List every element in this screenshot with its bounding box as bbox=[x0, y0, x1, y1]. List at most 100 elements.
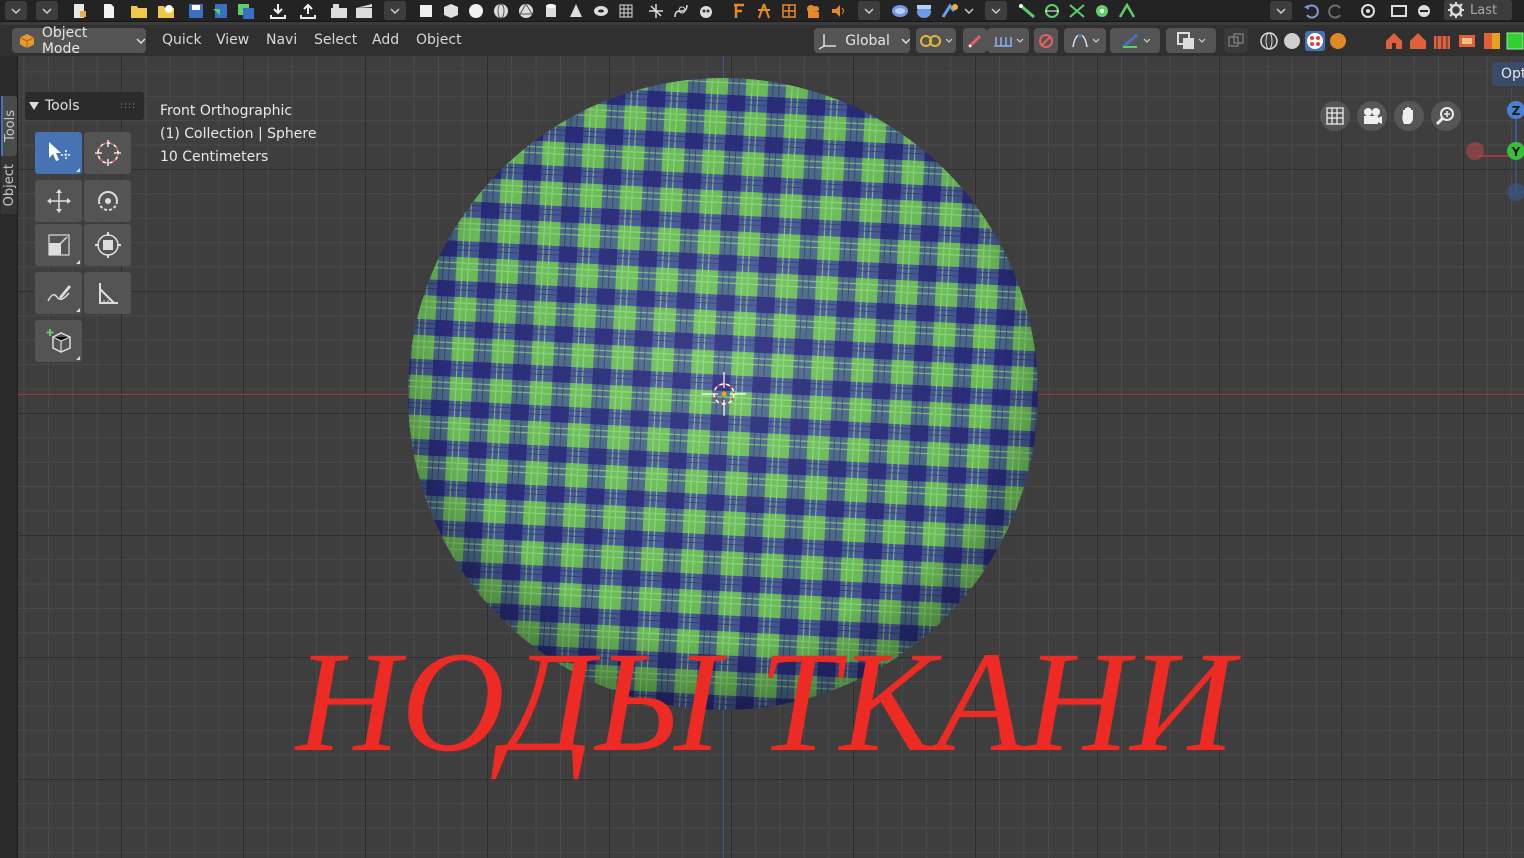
transform-orientation-select[interactable]: Global bbox=[814, 28, 910, 53]
mode-select-label: Object Mode bbox=[41, 24, 88, 57]
history-dropdown[interactable] bbox=[1270, 1, 1292, 20]
ico-sphere-icon[interactable] bbox=[516, 1, 536, 20]
menu-dropdown-2[interactable] bbox=[36, 1, 58, 20]
overlays-select[interactable] bbox=[1166, 28, 1216, 53]
link-append-icon[interactable] bbox=[328, 1, 350, 20]
undo-icon[interactable] bbox=[1300, 1, 1322, 20]
camera-object-icon[interactable] bbox=[803, 1, 823, 20]
rendered-shading-icon[interactable] bbox=[1328, 31, 1348, 51]
tab-object[interactable]: Object bbox=[1, 156, 17, 214]
cube-icon[interactable] bbox=[441, 1, 461, 20]
gizmo-neg-z-axis[interactable] bbox=[1507, 183, 1524, 201]
rotate-tool[interactable] bbox=[84, 180, 131, 222]
falloff-select[interactable] bbox=[1064, 28, 1106, 53]
house-outline-icon[interactable] bbox=[1408, 31, 1428, 50]
object-menu-dropdown[interactable] bbox=[962, 1, 976, 20]
smooth-icon[interactable] bbox=[1116, 1, 1138, 20]
armature-icon[interactable] bbox=[754, 1, 774, 20]
menu-select[interactable]: Select bbox=[314, 32, 357, 48]
spin-icon[interactable] bbox=[1091, 1, 1113, 20]
cone-icon[interactable] bbox=[566, 1, 586, 20]
xray-toggle[interactable] bbox=[1224, 28, 1248, 53]
menu-object[interactable]: Object bbox=[416, 32, 462, 48]
open-folder-icon[interactable] bbox=[128, 1, 150, 20]
uv-sphere-icon[interactable] bbox=[491, 1, 511, 20]
move-tool[interactable] bbox=[35, 180, 82, 222]
plane-icon[interactable] bbox=[416, 1, 436, 20]
material-preview-icon[interactable] bbox=[1304, 30, 1325, 51]
wireframe-shading-icon[interactable] bbox=[1259, 31, 1279, 51]
add-cube-tool[interactable] bbox=[35, 320, 82, 362]
tab-tools[interactable]: Tools bbox=[1, 96, 18, 156]
import-icon[interactable] bbox=[267, 1, 289, 20]
render-clip-icon[interactable] bbox=[353, 1, 375, 20]
empty-axes-icon[interactable] bbox=[646, 1, 666, 20]
new-file-icon[interactable] bbox=[68, 1, 90, 20]
save-icon[interactable] bbox=[185, 1, 207, 20]
transform-tool[interactable] bbox=[84, 224, 131, 266]
proportional-edit-icon bbox=[1039, 33, 1053, 48]
speaker-icon[interactable] bbox=[828, 1, 848, 20]
file-menu-dropdown[interactable] bbox=[384, 1, 406, 20]
bridge-edges-icon[interactable] bbox=[1016, 1, 1038, 20]
monkey-icon[interactable] bbox=[696, 1, 716, 20]
menu-navi[interactable]: Navi bbox=[266, 32, 297, 48]
repeat-last-icon[interactable] bbox=[1357, 1, 1379, 20]
menu-dropdown-1[interactable] bbox=[5, 1, 27, 20]
menu-view[interactable]: View bbox=[216, 32, 249, 48]
link-data-icon[interactable] bbox=[889, 1, 911, 20]
pan-view-button[interactable] bbox=[1394, 101, 1424, 131]
scale-tool[interactable] bbox=[35, 224, 82, 266]
green-swatch-icon[interactable] bbox=[1506, 31, 1524, 50]
gizmo-neg-x-axis[interactable] bbox=[1466, 142, 1484, 160]
add-menu-dropdown[interactable] bbox=[858, 1, 880, 20]
snap-target-select[interactable] bbox=[987, 28, 1029, 53]
annotate-tool[interactable] bbox=[35, 272, 82, 314]
house-icon[interactable] bbox=[1384, 31, 1404, 50]
mode-select[interactable]: Object Mode bbox=[12, 25, 146, 57]
adjust-last-operation-button[interactable]: Last bbox=[1444, 0, 1512, 20]
zoom-view-button[interactable] bbox=[1431, 101, 1461, 131]
object-tools-dropdown[interactable] bbox=[985, 1, 1007, 20]
cylinder-icon[interactable] bbox=[541, 1, 561, 20]
camera-view-button[interactable] bbox=[1357, 101, 1387, 131]
cursor-tool[interactable] bbox=[84, 132, 131, 174]
building-icon[interactable] bbox=[1432, 31, 1452, 50]
orientation-label: Global bbox=[845, 32, 890, 49]
circle-icon[interactable] bbox=[466, 1, 486, 20]
save-as-icon[interactable] bbox=[210, 1, 232, 20]
lattice-icon[interactable] bbox=[779, 1, 799, 20]
drag-grip-icon[interactable]: :::: bbox=[120, 101, 136, 111]
redo-history-icon[interactable] bbox=[1413, 1, 1435, 20]
tools-panel-header[interactable]: Tools :::: bbox=[25, 92, 144, 120]
options-button[interactable]: Opt bbox=[1492, 62, 1524, 86]
3d-cursor-icon[interactable] bbox=[700, 368, 750, 418]
menu-quick[interactable]: Quick bbox=[162, 32, 202, 48]
solid-shading-icon[interactable] bbox=[1282, 31, 1302, 51]
parent-icon[interactable] bbox=[939, 1, 961, 20]
measure-tool[interactable] bbox=[84, 272, 131, 314]
open-recent-icon[interactable] bbox=[155, 1, 177, 20]
torus-icon[interactable] bbox=[591, 1, 611, 20]
menu-add[interactable]: Add bbox=[372, 32, 399, 48]
save-copy-icon[interactable] bbox=[235, 1, 257, 20]
curve-icon[interactable] bbox=[671, 1, 691, 20]
blank-file-icon[interactable] bbox=[98, 1, 120, 20]
subdivide-icon[interactable] bbox=[1066, 1, 1088, 20]
repeat-history-icon[interactable] bbox=[1388, 1, 1410, 20]
export-icon[interactable] bbox=[297, 1, 319, 20]
redo-icon[interactable] bbox=[1325, 1, 1347, 20]
make-single-user-icon[interactable] bbox=[913, 1, 935, 20]
toggle-camera-view-button[interactable] bbox=[1320, 101, 1350, 131]
gizmo-visibility-select[interactable] bbox=[1110, 28, 1160, 53]
snap-toggle[interactable] bbox=[963, 28, 987, 53]
pivot-point-select[interactable] bbox=[916, 28, 956, 53]
film-icon[interactable] bbox=[1457, 31, 1477, 50]
navigation-gizmo[interactable]: Z Y bbox=[1458, 96, 1524, 216]
color-swatch-icon[interactable] bbox=[1482, 31, 1502, 50]
text-object-icon[interactable] bbox=[729, 1, 749, 20]
loop-cut-icon[interactable] bbox=[1041, 1, 1063, 20]
grid-icon[interactable] bbox=[616, 1, 636, 20]
select-box-tool[interactable] bbox=[35, 132, 82, 174]
proportional-edit-toggle[interactable] bbox=[1034, 28, 1058, 53]
